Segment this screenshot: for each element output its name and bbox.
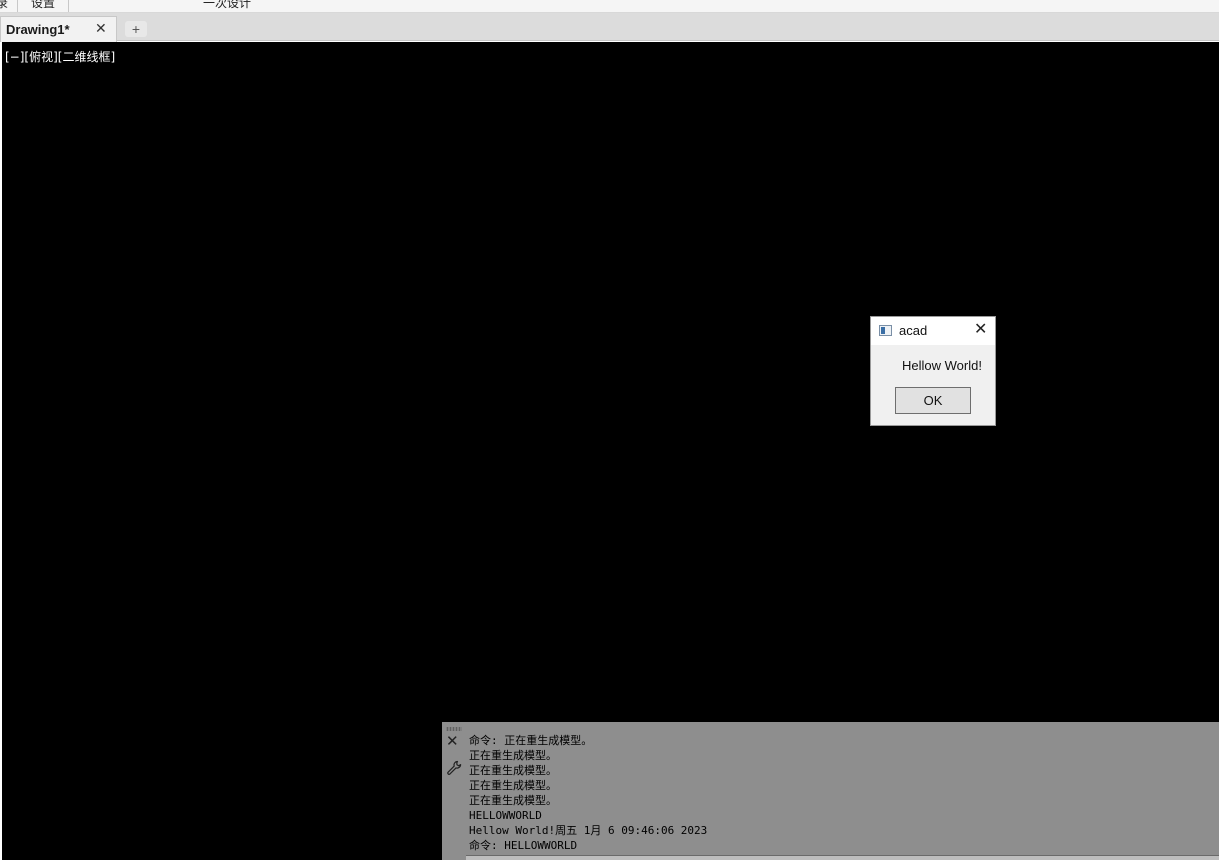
viewport-controls-label[interactable]: [−][俯视][二维线框] — [5, 48, 115, 65]
dialog-title: acad — [899, 323, 928, 338]
dialog-titlebar[interactable]: acad ✕ — [871, 317, 995, 345]
history-line: 正在重生成模型。 — [469, 749, 557, 762]
command-line-panel: ✕ 命令: 正在重生成模型。 正在重生成模型。 正在重生成模型。 正在重生成模型… — [442, 722, 1219, 860]
ribbon-tab-settings[interactable]: 设置 — [31, 0, 55, 10]
history-line: 命令: HELLOWWORLD — [469, 839, 578, 852]
ribbon-tab-design[interactable]: 一次设计 — [203, 0, 251, 10]
command-input[interactable] — [466, 855, 1219, 860]
ribbon-separator — [68, 0, 69, 12]
history-line: 正在重生成模型。 — [469, 764, 557, 777]
tab-label: Drawing1* — [6, 22, 70, 37]
history-line: 命令: 正在重生成模型。 — [469, 734, 593, 747]
ribbon-strip: 录 设置 一次设计 — [0, 0, 1219, 13]
ribbon-separator — [17, 0, 18, 12]
message-dialog: acad ✕ Hellow World! OK — [870, 316, 996, 426]
history-line: HELLOWWORLD — [469, 809, 542, 822]
dialog-message: Hellow World! — [902, 358, 982, 373]
app-window-icon — [879, 325, 892, 336]
new-tab-button[interactable]: + — [125, 21, 147, 37]
ok-button[interactable]: OK — [895, 387, 971, 414]
tab-drawing1[interactable]: Drawing1* ✕ — [0, 16, 117, 42]
close-icon[interactable]: ✕ — [446, 734, 459, 750]
command-history: 命令: 正在重生成模型。 正在重生成模型。 正在重生成模型。 正在重生成模型。 … — [469, 733, 707, 853]
history-line: 正在重生成模型。 — [469, 779, 557, 792]
document-tab-bar: Drawing1* ✕ + — [0, 13, 1219, 42]
dialog-close-icon[interactable]: ✕ — [974, 321, 987, 339]
history-line: Hellow World!周五 1月 6 09:46:06 2023 — [469, 824, 708, 837]
tab-close-icon[interactable]: ✕ — [95, 20, 107, 36]
gripper-icon[interactable] — [446, 727, 462, 731]
history-line: 正在重生成模型。 — [469, 794, 557, 807]
wrench-icon[interactable] — [445, 759, 463, 777]
ribbon-tab-partial[interactable]: 录 — [0, 0, 8, 10]
